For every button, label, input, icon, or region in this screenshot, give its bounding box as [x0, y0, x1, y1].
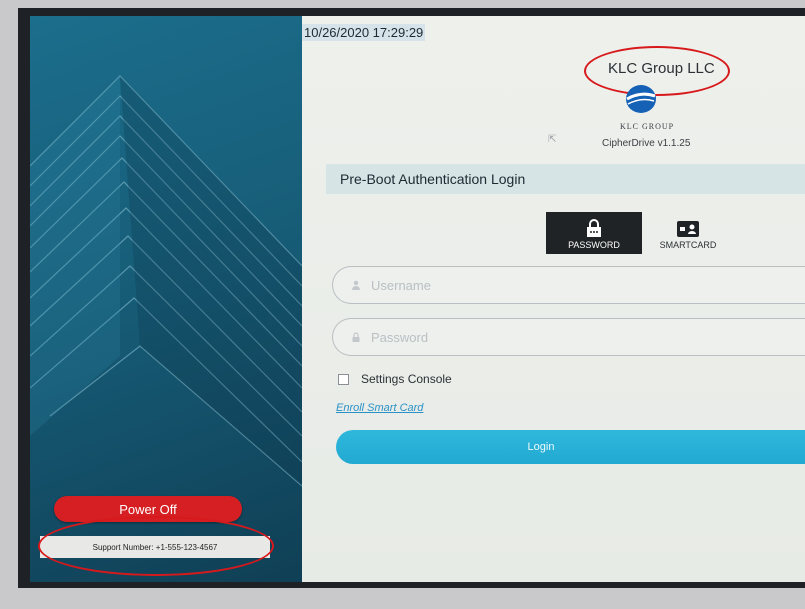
- support-number: Support Number: +1-555-123-4567: [40, 536, 270, 558]
- username-field[interactable]: [332, 266, 805, 304]
- lock-icon: [352, 332, 360, 342]
- password-icon: [587, 219, 601, 237]
- logo-text: KLC GROUP: [620, 122, 675, 131]
- smartcard-icon: [677, 221, 699, 237]
- login-panel: 10/26/2020 17:29:29 KLC Group LLC KLC GR…: [302, 16, 805, 582]
- user-icon: [352, 280, 360, 290]
- password-input[interactable]: [369, 328, 773, 346]
- left-panel: Power Off Support Number: +1-555-123-456…: [30, 16, 302, 582]
- tab-smartcard-label: SMARTCARD: [659, 240, 717, 250]
- klc-logo-icon: [626, 85, 656, 113]
- screen: Power Off Support Number: +1-555-123-456…: [30, 16, 805, 582]
- login-button[interactable]: Login: [336, 430, 805, 464]
- settings-console-option[interactable]: Settings Console: [338, 372, 452, 386]
- form-title: Pre-Boot Authentication Login: [326, 164, 805, 194]
- tab-password-label: PASSWORD: [568, 240, 620, 250]
- power-off-button[interactable]: Power Off: [54, 496, 242, 522]
- cursor-icon: ⇱: [548, 134, 557, 145]
- enroll-smart-card-link[interactable]: Enroll Smart Card: [336, 402, 423, 414]
- settings-console-checkbox[interactable]: [338, 373, 349, 385]
- settings-console-label: Settings Console: [361, 372, 452, 386]
- username-input[interactable]: [369, 276, 773, 294]
- password-field[interactable]: [332, 318, 805, 356]
- tab-smartcard[interactable]: SMARTCARD: [640, 212, 736, 254]
- company-name: KLC Group LLC: [608, 60, 715, 77]
- tab-password[interactable]: PASSWORD: [546, 212, 642, 254]
- version-label: CipherDrive v1.1.25: [602, 138, 691, 149]
- timestamp: 10/26/2020 17:29:29: [302, 24, 426, 41]
